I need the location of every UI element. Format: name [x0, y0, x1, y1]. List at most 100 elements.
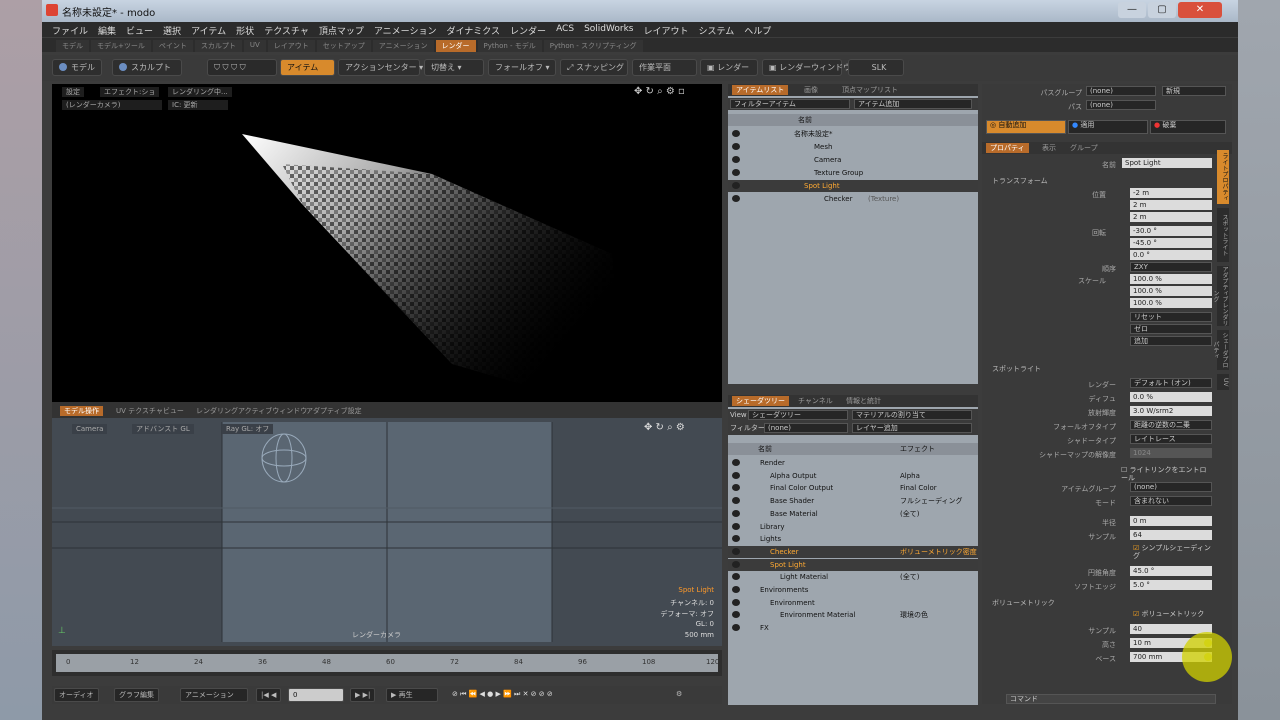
tab-render-active[interactable]: レンダリングアクティブウィンドウ: [192, 406, 311, 416]
side-tab-shader-props[interactable]: シェーダプロパティ: [1212, 330, 1229, 370]
shader-row[interactable]: Lights: [728, 533, 978, 545]
side-tab-light-props[interactable]: ライトプロパティ: [1217, 150, 1229, 204]
slk-button[interactable]: SLK: [848, 59, 904, 76]
shader-row[interactable]: Environments: [728, 584, 978, 596]
skip-end-button[interactable]: ▶ ▶|: [350, 688, 376, 702]
shader-row[interactable]: Final Color Output Final Color: [728, 482, 978, 494]
side-tab-uv[interactable]: UV: [1217, 374, 1229, 390]
key-controls[interactable]: ⊘ ⏮ ⏪ ◀ ● ▶ ⏩ ⏭ ✕ ⊘ ⊘ ⊘: [448, 688, 660, 702]
sculpt-button[interactable]: スカルプト: [112, 59, 182, 76]
layout-tab-7[interactable]: アニメーション: [372, 40, 434, 52]
pass-group-dropdown[interactable]: (none): [1086, 86, 1156, 96]
close-button[interactable]: ✕: [1178, 2, 1222, 18]
rotation-z-field[interactable]: 0.0 °: [1130, 250, 1212, 260]
transform-section[interactable]: トランスフォーム: [992, 176, 1048, 186]
rotation-y-field[interactable]: -45.0 °: [1130, 238, 1212, 248]
cone-angle-field[interactable]: 45.0 °: [1130, 566, 1212, 576]
menu-item-4[interactable]: アイテム: [191, 24, 226, 37]
viewport-settings-tag[interactable]: 設定: [62, 87, 84, 97]
shader-row[interactable]: Library: [728, 521, 978, 533]
render-preview-viewport[interactable]: 設定 エフェクト:ショ レンダリング中... (レンダーカメラ) IC: 更新 …: [52, 84, 722, 402]
view-dropdown[interactable]: シェーダツリー: [748, 410, 848, 420]
visibility-eye-icon[interactable]: [732, 560, 740, 568]
tab-info-stats[interactable]: 情報と統計: [842, 396, 885, 406]
item-row[interactable]: Texture Group: [728, 167, 978, 179]
play-button[interactable]: ▶ 再生: [386, 688, 438, 702]
skip-start-button[interactable]: |◀ ◀: [256, 688, 282, 702]
minimize-button[interactable]: —: [1118, 2, 1146, 18]
menu-item-13[interactable]: レイアウト: [643, 24, 688, 37]
side-tab-spotlight[interactable]: スポットライト: [1217, 208, 1229, 262]
item-row[interactable]: Mesh: [728, 141, 978, 153]
tab-display[interactable]: 表示: [1038, 143, 1060, 153]
visibility-eye-icon[interactable]: [732, 459, 740, 466]
visibility-eye-icon[interactable]: [732, 143, 740, 150]
rotation-x-field[interactable]: -30.0 °: [1130, 226, 1212, 236]
item-mode-button[interactable]: アイテム: [280, 59, 335, 76]
shader-row[interactable]: Environment Material 環境の色: [728, 609, 978, 621]
menu-item-6[interactable]: テクスチャ: [264, 24, 309, 37]
item-group-dropdown[interactable]: (none): [1130, 482, 1212, 492]
visibility-eye-icon[interactable]: [732, 195, 740, 202]
model-button[interactable]: モデル: [52, 59, 102, 76]
falloff-type-dropdown[interactable]: 距離の逆数の二乗: [1130, 420, 1212, 430]
camera-viewport[interactable]: Camera アドバンスト GL Ray GL: オフ ✥ ↻ ⌕ ⚙ Spot…: [52, 418, 722, 646]
visibility-eye-icon[interactable]: [732, 547, 740, 555]
scale-z-field[interactable]: 100.0 %: [1130, 298, 1212, 308]
viewport2-nav-icons[interactable]: ✥ ↻ ⌕ ⚙: [644, 422, 685, 433]
menu-item-15[interactable]: ヘルプ: [744, 24, 771, 37]
command-field[interactable]: コマンド: [1006, 694, 1216, 704]
shader-row[interactable]: Render: [728, 457, 978, 469]
layout-tab-3[interactable]: スカルプト: [194, 40, 242, 52]
tab-vertex-maps[interactable]: 頂点マップリスト: [838, 85, 902, 95]
visibility-eye-icon[interactable]: [732, 611, 740, 619]
shadow-type-dropdown[interactable]: レイトレース: [1130, 434, 1212, 444]
tab-groups[interactable]: グループ: [1066, 143, 1102, 153]
shader-row[interactable]: Light Material (全て): [728, 571, 978, 583]
item-row[interactable]: Camera: [728, 154, 978, 166]
layout-tab-1[interactable]: モデル+ツール: [91, 40, 151, 52]
new-pass-button[interactable]: 新規: [1162, 86, 1226, 96]
visibility-eye-icon[interactable]: [732, 509, 740, 517]
mode-dropdown[interactable]: 含まれない: [1130, 496, 1212, 506]
side-tab-adaptive[interactable]: アダプティブレンダリング: [1212, 266, 1229, 326]
layout-tab-2[interactable]: ペイント: [152, 40, 193, 52]
shield-icons[interactable]: ⛉ ⛉ ⛉ ⛉: [207, 59, 277, 76]
visibility-eye-icon[interactable]: [732, 522, 740, 530]
work-plane-dropdown[interactable]: 作業平面: [632, 59, 697, 76]
item-row[interactable]: Spot Light: [728, 180, 978, 192]
action-center-dropdown[interactable]: アクションセンター ▾: [338, 59, 423, 76]
menu-item-5[interactable]: 形状: [236, 24, 254, 37]
menu-item-2[interactable]: ビュー: [126, 24, 153, 37]
shader-row[interactable]: Checker ボリューメトリック密度: [728, 545, 978, 558]
volumetric-section[interactable]: ボリューメトリック: [992, 598, 1055, 608]
tab-channels[interactable]: チャンネル: [794, 396, 837, 406]
name-field[interactable]: Spot Light: [1122, 158, 1212, 168]
tab-properties[interactable]: プロパティ: [986, 143, 1029, 153]
soft-edge-field[interactable]: 5.0 °: [1130, 580, 1212, 590]
menu-item-0[interactable]: ファイル: [52, 24, 88, 37]
position-x-field[interactable]: -2 m: [1130, 188, 1212, 198]
radiance-field[interactable]: 3.0 W/srm2: [1130, 406, 1212, 416]
scale-x-field[interactable]: 100.0 %: [1130, 274, 1212, 284]
material-assign-button[interactable]: マテリアルの割り当て: [852, 410, 972, 420]
visibility-eye-icon[interactable]: [732, 169, 740, 176]
radius-field[interactable]: 0 m: [1130, 516, 1212, 526]
tab-item-list[interactable]: アイテムリスト: [732, 85, 789, 95]
volumetrics-toggle[interactable]: ☑ ボリューメトリック: [1130, 610, 1212, 620]
tab-images[interactable]: 画像: [800, 85, 822, 95]
shader-row[interactable]: Environment: [728, 597, 978, 609]
menu-item-14[interactable]: システム: [699, 24, 735, 37]
visibility-eye-icon[interactable]: [732, 182, 740, 189]
animation-dropdown[interactable]: アニメーション: [180, 688, 248, 702]
shift-dropdown[interactable]: 切替え ▾: [424, 59, 484, 76]
visibility-eye-icon[interactable]: [732, 484, 740, 492]
layout-tab-4[interactable]: UV: [243, 40, 266, 52]
simple-shading-toggle[interactable]: ☑ シンプルシェーディング: [1130, 544, 1212, 560]
tab-adaptive[interactable]: アダプティブ設定: [302, 406, 366, 416]
render-dropdown[interactable]: デフォルト (オン): [1130, 378, 1212, 388]
menu-item-11[interactable]: ACS: [556, 24, 574, 37]
menu-item-12[interactable]: SolidWorks: [584, 24, 633, 37]
shader-row[interactable]: Base Material (全て): [728, 508, 978, 520]
shader-row[interactable]: Base Shader フルシェーディング: [728, 495, 978, 507]
